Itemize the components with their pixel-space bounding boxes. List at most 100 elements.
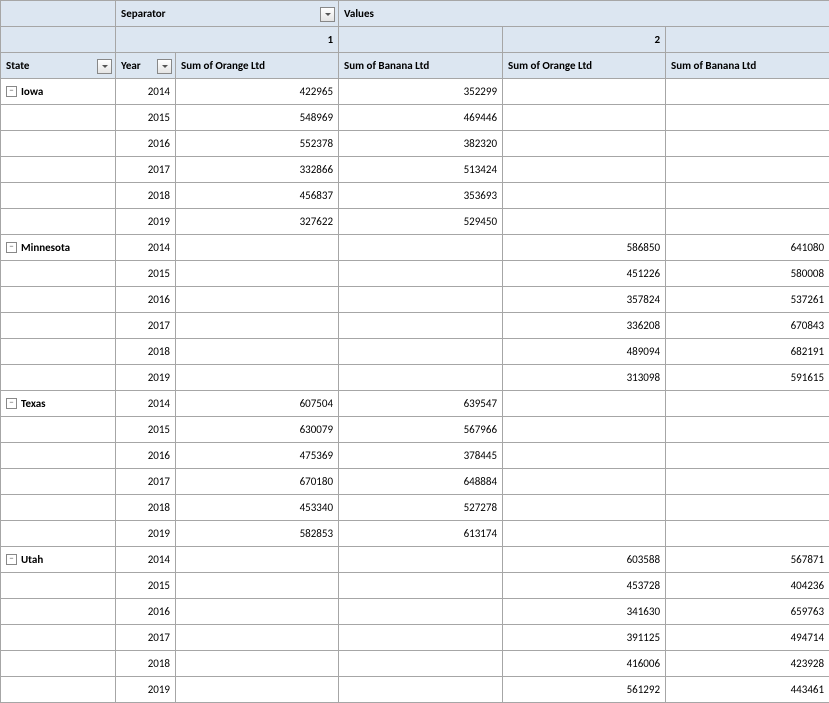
year-field-dropdown[interactable]: Year: [116, 53, 176, 79]
separator-label: Separator: [121, 7, 166, 20]
value-cell: [339, 313, 503, 339]
year-cell: 2015: [116, 573, 176, 599]
table-row: −Iowa2014422965352299: [1, 79, 829, 105]
blank-cell: [1, 339, 116, 365]
value-cell: 548969: [176, 105, 339, 131]
year-cell: 2017: [116, 469, 176, 495]
value-cell: [666, 417, 829, 443]
value-cell: 582853: [176, 521, 339, 547]
col-orange-1: Sum of Orange Ltd: [176, 53, 339, 79]
table-row: 2019327622529450: [1, 209, 829, 235]
blank-cell: [1, 105, 116, 131]
year-cell: 2014: [116, 391, 176, 417]
value-cell: [339, 287, 503, 313]
col-banana-1: Sum of Banana Ltd: [339, 53, 503, 79]
value-cell: 453340: [176, 495, 339, 521]
value-cell: 527278: [339, 495, 503, 521]
value-cell: 567966: [339, 417, 503, 443]
value-cell: [176, 677, 339, 703]
blank-cell: [1, 313, 116, 339]
value-cell: 391125: [503, 625, 666, 651]
value-cell: 422965: [176, 79, 339, 105]
value-cell: 336208: [503, 313, 666, 339]
value-cell: [503, 521, 666, 547]
table-row: −Utah2014603588567871: [1, 547, 829, 573]
value-cell: [503, 183, 666, 209]
year-cell: 2016: [116, 599, 176, 625]
value-cell: [339, 573, 503, 599]
value-cell: 607504: [176, 391, 339, 417]
value-cell: [339, 625, 503, 651]
value-cell: [666, 79, 829, 105]
collapse-icon[interactable]: −: [6, 86, 17, 97]
value-cell: 451226: [503, 261, 666, 287]
value-cell: 382320: [339, 131, 503, 157]
value-cell: [503, 469, 666, 495]
value-cell: 537261: [666, 287, 829, 313]
year-cell: 2015: [116, 261, 176, 287]
collapse-icon[interactable]: −: [6, 554, 17, 565]
year-cell: 2019: [116, 677, 176, 703]
blank-cell: [1, 625, 116, 651]
table-row: −Texas2014607504639547: [1, 391, 829, 417]
value-cell: 416006: [503, 651, 666, 677]
state-cell: −Minnesota: [1, 235, 116, 261]
table-row: 2015453728404236: [1, 573, 829, 599]
separator-field-dropdown[interactable]: Separator: [116, 1, 339, 27]
value-cell: [176, 599, 339, 625]
value-cell: [339, 365, 503, 391]
blank-header: [1, 1, 116, 27]
value-cell: [666, 131, 829, 157]
value-cell: [503, 131, 666, 157]
value-cell: [666, 157, 829, 183]
value-cell: 327622: [176, 209, 339, 235]
value-cell: [666, 183, 829, 209]
blank-cell: [1, 677, 116, 703]
values-label: Values: [339, 1, 829, 27]
value-cell: [176, 651, 339, 677]
value-cell: 475369: [176, 443, 339, 469]
value-cell: 513424: [339, 157, 503, 183]
value-cell: 641080: [666, 235, 829, 261]
value-cell: [339, 599, 503, 625]
state-field-dropdown[interactable]: State: [1, 53, 116, 79]
collapse-icon[interactable]: −: [6, 398, 17, 409]
table-row: 2019582853613174: [1, 521, 829, 547]
blank-header: [339, 27, 503, 53]
value-cell: [176, 365, 339, 391]
year-cell: 2018: [116, 651, 176, 677]
value-cell: [339, 677, 503, 703]
value-cell: 489094: [503, 339, 666, 365]
value-cell: [666, 105, 829, 131]
table-row: 2017391125494714: [1, 625, 829, 651]
state-cell: −Utah: [1, 547, 116, 573]
table-row: 2018453340527278: [1, 495, 829, 521]
blank-cell: [1, 521, 116, 547]
value-cell: 453728: [503, 573, 666, 599]
value-cell: 630079: [176, 417, 339, 443]
table-row: 2018416006423928: [1, 651, 829, 677]
state-name: Texas: [21, 397, 46, 410]
blank-cell: [1, 157, 116, 183]
table-row: 2018489094682191: [1, 339, 829, 365]
value-cell: [176, 573, 339, 599]
year-cell: 2019: [116, 521, 176, 547]
table-row: 2018456837353693: [1, 183, 829, 209]
value-cell: [503, 495, 666, 521]
value-cell: [666, 391, 829, 417]
table-row: 2016357824537261: [1, 287, 829, 313]
blank-cell: [1, 469, 116, 495]
year-cell: 2014: [116, 235, 176, 261]
table-row: 2015630079567966: [1, 417, 829, 443]
col-orange-2: Sum of Orange Ltd: [503, 53, 666, 79]
blank-cell: [1, 651, 116, 677]
collapse-icon[interactable]: −: [6, 242, 17, 253]
blank-cell: [1, 365, 116, 391]
blank-cell: [1, 183, 116, 209]
value-cell: [503, 417, 666, 443]
value-cell: [339, 235, 503, 261]
state-col-label: State: [6, 59, 29, 72]
value-cell: 580008: [666, 261, 829, 287]
value-cell: [503, 79, 666, 105]
blank-cell: [1, 599, 116, 625]
